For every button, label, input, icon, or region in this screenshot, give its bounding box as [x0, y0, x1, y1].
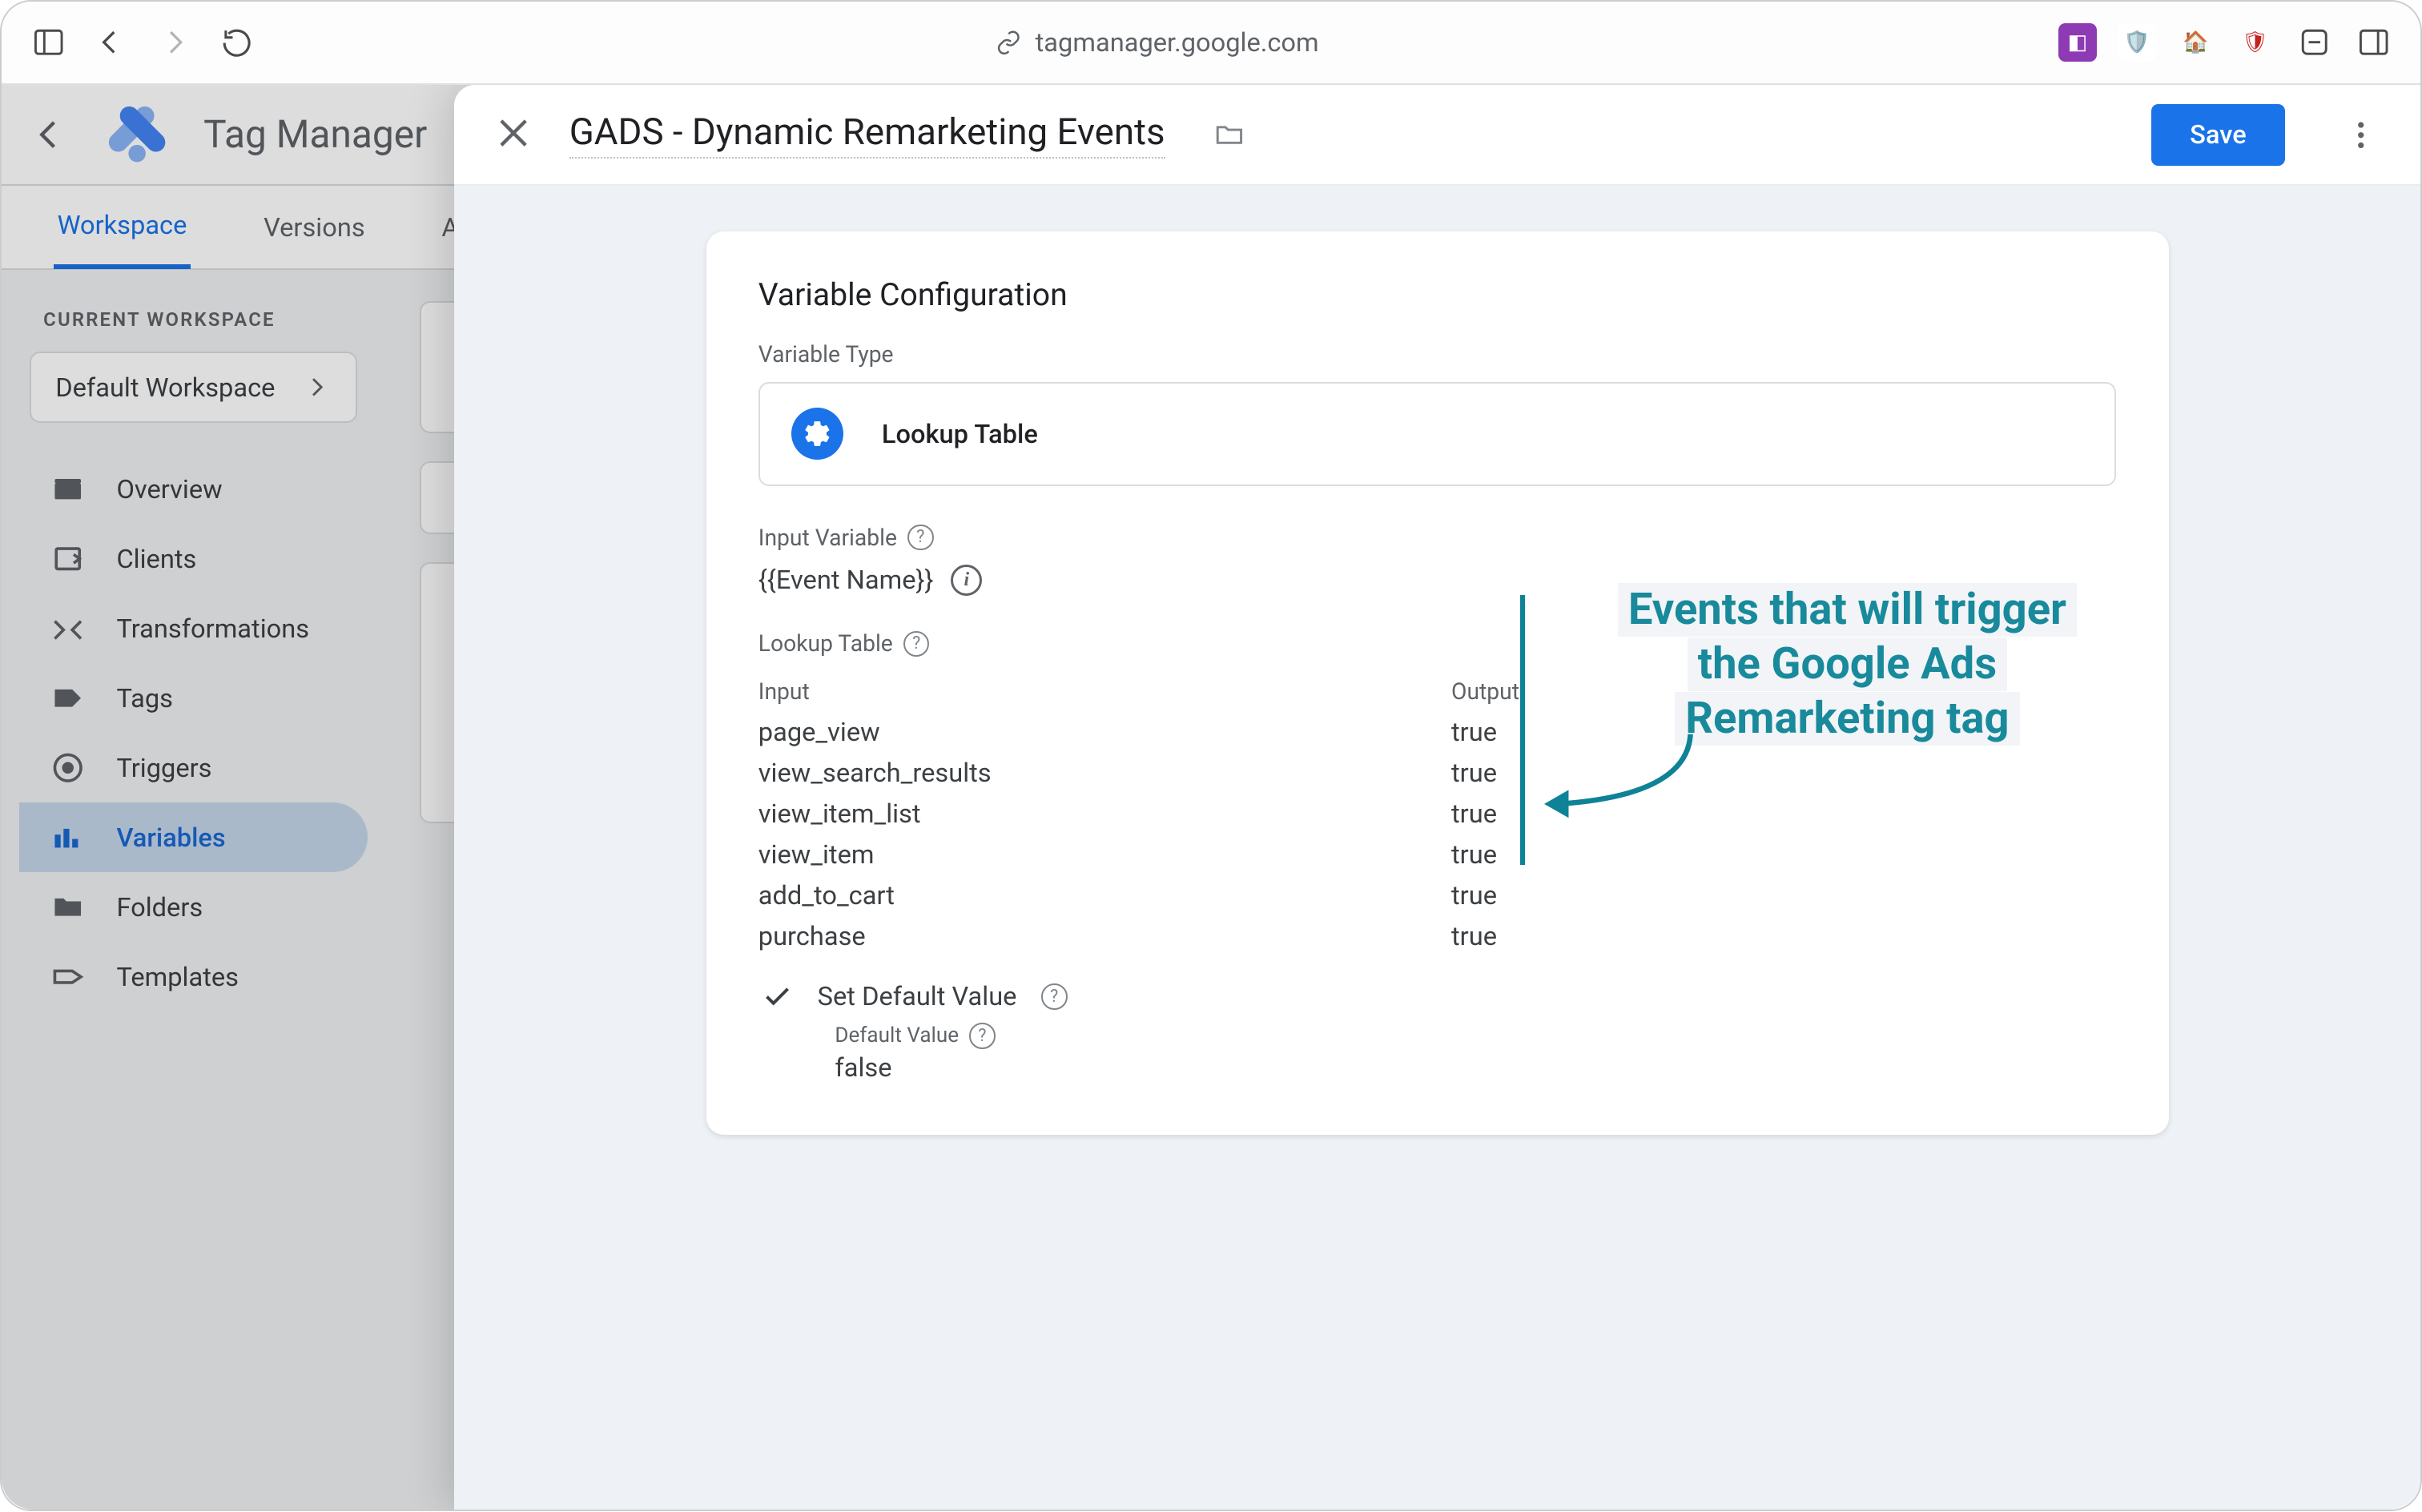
close-icon[interactable] — [493, 112, 538, 158]
lookup-row[interactable]: view_itemtrue — [758, 834, 2117, 875]
variable-type-name: Lookup Table — [882, 419, 1038, 449]
sidebar-toggle-icon[interactable] — [30, 23, 68, 62]
extension-icon-4[interactable]: 🛡 — [2236, 23, 2275, 62]
lookup-row[interactable]: purchasetrue — [758, 915, 2117, 956]
lookup-input: purchase — [758, 921, 1451, 951]
lookup-table-icon — [791, 408, 843, 460]
browser-toolbar: tagmanager.google.com ◧ 🛡️ 🏠 🛡 — [2, 2, 2420, 85]
lookup-output: true — [1451, 717, 1497, 747]
lookup-input: page_view — [758, 717, 1451, 747]
info-icon[interactable]: i — [951, 565, 982, 596]
help-icon[interactable]: ? — [903, 631, 930, 657]
lookup-output: true — [1451, 798, 1497, 829]
lookup-row[interactable]: add_to_carttrue — [758, 875, 2117, 915]
lookup-output: true — [1451, 758, 1497, 788]
downloads-icon[interactable] — [2295, 23, 2334, 62]
lookup-input: view_item_list — [758, 798, 1451, 829]
reload-icon[interactable] — [217, 23, 255, 62]
header-input: Input — [758, 678, 1451, 705]
forward-icon[interactable] — [155, 23, 193, 62]
set-default-label[interactable]: Set Default Value — [818, 981, 1017, 1011]
check-icon — [762, 981, 793, 1012]
annotation-arrow-icon — [1534, 726, 1708, 830]
link-icon — [996, 30, 1022, 56]
help-icon[interactable]: ? — [907, 525, 934, 551]
help-icon[interactable]: ? — [1041, 983, 1068, 1010]
variable-name-input[interactable]: GADS - Dynamic Remarketing Events — [569, 111, 1165, 159]
lookup-output: true — [1451, 839, 1497, 870]
extension-icon-2[interactable]: 🛡️ — [2118, 23, 2156, 62]
back-icon[interactable] — [92, 23, 131, 62]
lookup-input: view_item — [758, 839, 1451, 870]
input-variable-label: Input Variable ? — [758, 525, 2117, 551]
default-value[interactable]: false — [835, 1052, 2116, 1083]
annotation-text: Events that will trigger the Google Ads … — [1586, 583, 2108, 746]
extension-icon-1[interactable]: ◧ — [2058, 23, 2097, 62]
variable-type-label: Variable Type — [758, 341, 2117, 368]
variable-editor-modal: GADS - Dynamic Remarketing Events Save V… — [454, 85, 2420, 1510]
folder-icon[interactable] — [1210, 119, 1249, 151]
annotation-bar — [1520, 595, 1526, 865]
save-button[interactable]: Save — [2151, 104, 2284, 166]
lookup-row[interactable]: view_item_listtrue — [758, 793, 2117, 834]
header-output: Output — [1451, 678, 1519, 705]
lookup-input: add_to_cart — [758, 880, 1451, 911]
tabs-icon[interactable] — [2354, 23, 2392, 62]
help-icon[interactable]: ? — [969, 1023, 996, 1049]
lookup-row[interactable]: view_search_resultstrue — [758, 752, 2117, 793]
variable-type-selector[interactable]: Lookup Table — [758, 382, 2117, 486]
input-variable-value[interactable]: {{Event Name}} — [758, 565, 934, 595]
extension-icon-3[interactable]: 🏠 — [2177, 23, 2215, 62]
card-title: Variable Configuration — [758, 276, 2117, 313]
url-bar[interactable]: tagmanager.google.com — [280, 27, 2034, 58]
lookup-output: true — [1451, 880, 1497, 911]
default-value-label: Default Value — [835, 1023, 959, 1048]
lookup-output: true — [1451, 921, 1497, 951]
lookup-input: view_search_results — [758, 758, 1451, 788]
more-menu-icon[interactable] — [2340, 114, 2382, 155]
url-text: tagmanager.google.com — [1036, 27, 1319, 58]
